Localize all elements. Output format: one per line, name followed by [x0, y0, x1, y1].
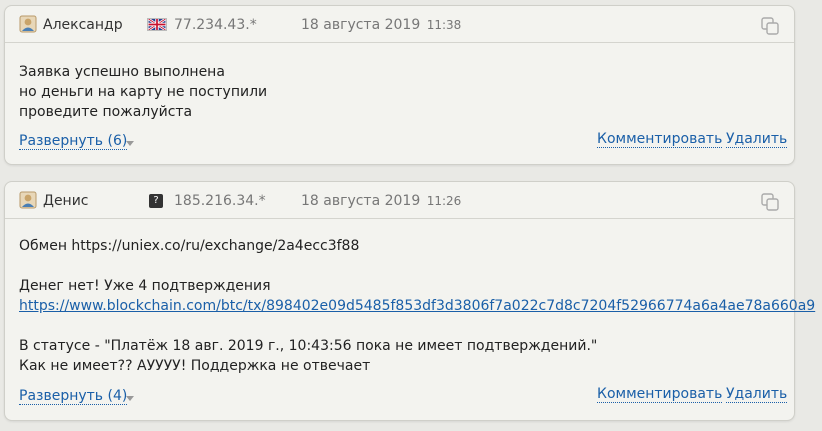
uk-flag-icon — [147, 18, 167, 31]
time-text: 11:38 — [426, 18, 462, 32]
comment-footer: Развернуть (6) Комментировать Удалить — [5, 131, 794, 164]
comment-text-line: В статусе - "Платёж 18 авг. 2019 г., 10:… — [19, 338, 598, 354]
user-avatar-icon — [19, 15, 37, 33]
comment-body: Заявка успешно выполнена но деньги на ка… — [5, 43, 794, 122]
comment-body: Обмен https://uniex.co/ru/exchange/2a4ec… — [5, 219, 815, 376]
comment-header: Денис ? 185.216.34.* 18 августа 2019 11:… — [5, 182, 794, 219]
chevron-down-icon[interactable] — [126, 141, 134, 146]
comment-card: Александр 77.234.43.* 18 августа 2019 11… — [4, 5, 795, 165]
delete-button[interactable]: Удалить — [726, 131, 788, 148]
expand-replies-link[interactable]: Развернуть (4) — [19, 388, 128, 405]
comment-card: Денис ? 185.216.34.* 18 августа 2019 11:… — [4, 181, 815, 421]
copy-icon[interactable] — [760, 192, 780, 212]
unknown-flag-icon: ? — [149, 194, 163, 208]
comment-text-line: Как не имеет?? АУУУУ! Поддержка не отвеч… — [19, 358, 371, 374]
blockchain-tx-link[interactable]: https://www.blockchain.com/btc/tx/898402… — [19, 298, 815, 314]
comment-text-line: но деньги на карту не поступили — [19, 84, 268, 100]
author-name[interactable]: Денис — [43, 193, 89, 209]
time-text: 11:26 — [426, 194, 462, 208]
chevron-down-icon[interactable] — [126, 396, 134, 401]
comment-text-line: Обмен https://uniex.co/ru/exchange/2a4ec… — [19, 238, 360, 254]
date-text: 18 августа 2019 — [301, 193, 421, 209]
comment-text-line: Заявка успешно выполнена — [19, 64, 225, 80]
delete-button[interactable]: Удалить — [726, 386, 788, 403]
ip-address: 185.216.34.* — [174, 193, 266, 209]
date-text: 18 августа 2019 — [301, 17, 421, 33]
comment-date: 18 августа 2019 11:38 — [301, 17, 461, 33]
author-name[interactable]: Александр — [43, 17, 123, 33]
user-avatar-icon — [19, 191, 37, 209]
comment-date: 18 августа 2019 11:26 — [301, 193, 461, 209]
comment-text-line: проведите пожалуйста — [19, 104, 193, 120]
comment-button[interactable]: Комментировать — [597, 386, 723, 403]
expand-replies-link[interactable]: Развернуть (6) — [19, 133, 128, 150]
comment-text-line: Денег нет! Уже 4 подтверждения — [19, 278, 271, 294]
comment-footer: Развернуть (4) Комментировать Удалить — [5, 386, 794, 420]
comment-header: Александр 77.234.43.* 18 августа 2019 11… — [5, 6, 794, 43]
comment-button[interactable]: Комментировать — [597, 131, 723, 148]
copy-icon[interactable] — [760, 16, 780, 36]
ip-address: 77.234.43.* — [174, 17, 257, 33]
